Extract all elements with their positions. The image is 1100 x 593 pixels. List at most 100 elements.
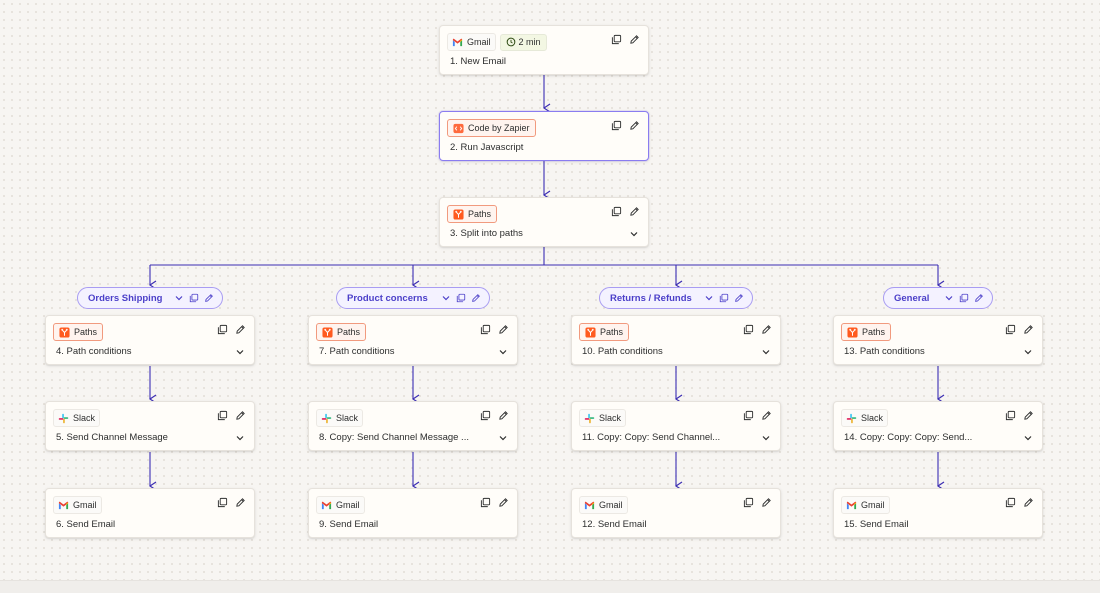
step-card[interactable]: Gmail 15. Send Email: [833, 488, 1043, 538]
app-badge: Code by Zapier: [447, 119, 536, 137]
step-app-row: Gmail 2 min: [447, 33, 547, 51]
edit-icon[interactable]: [471, 293, 481, 303]
step-actions: [217, 410, 246, 421]
chevron-down-icon[interactable]: [498, 347, 508, 357]
step-card[interactable]: Gmail 12. Send Email: [571, 488, 781, 538]
step-card[interactable]: Slack 8. Copy: Send Channel Message ...: [308, 401, 518, 451]
edit-icon[interactable]: [629, 34, 640, 45]
duplicate-icon[interactable]: [743, 324, 754, 335]
branch-name[interactable]: Product concerns: [347, 293, 428, 304]
paths-icon: [585, 326, 596, 338]
branch-pill[interactable]: General: [883, 287, 993, 309]
edit-icon[interactable]: [1023, 324, 1034, 335]
clock-icon: [506, 37, 516, 47]
step-app-row: Gmail: [316, 496, 365, 514]
step-card[interactable]: Code by Zapier 2. Run Javascript: [439, 111, 649, 161]
app-name: Slack: [599, 413, 622, 423]
step-title: 13. Path conditions: [844, 346, 925, 357]
chevron-down-icon[interactable]: [235, 347, 245, 357]
duplicate-icon[interactable]: [456, 293, 466, 303]
step-title: 14. Copy: Copy: Copy: Send...: [844, 432, 973, 443]
chevron-down-icon[interactable]: [629, 229, 639, 239]
duplicate-icon[interactable]: [189, 293, 199, 303]
step-card[interactable]: Paths 10. Path conditions: [571, 315, 781, 365]
edit-icon[interactable]: [1023, 410, 1034, 421]
duplicate-icon[interactable]: [611, 34, 622, 45]
edit-icon[interactable]: [974, 293, 984, 303]
duplicate-icon[interactable]: [480, 497, 491, 508]
slack-icon: [584, 413, 595, 424]
step-app-row: Paths: [579, 323, 630, 341]
chevron-down-icon[interactable]: [1023, 347, 1033, 357]
step-app-row: Gmail: [841, 496, 890, 514]
duplicate-icon[interactable]: [1005, 324, 1016, 335]
chevron-down-icon[interactable]: [761, 433, 771, 443]
duplicate-icon[interactable]: [217, 410, 228, 421]
chevron-down-icon[interactable]: [944, 293, 954, 303]
edit-icon[interactable]: [235, 497, 246, 508]
step-card[interactable]: Slack 5. Send Channel Message: [45, 401, 255, 451]
chevron-down-icon[interactable]: [235, 433, 245, 443]
step-actions: [611, 120, 640, 131]
duplicate-icon[interactable]: [743, 410, 754, 421]
duplicate-icon[interactable]: [480, 324, 491, 335]
edit-icon[interactable]: [235, 324, 246, 335]
step-actions: [480, 497, 509, 508]
edit-icon[interactable]: [761, 410, 772, 421]
edit-icon[interactable]: [761, 324, 772, 335]
edit-icon[interactable]: [204, 293, 214, 303]
edit-icon[interactable]: [629, 120, 640, 131]
duplicate-icon[interactable]: [217, 324, 228, 335]
step-card[interactable]: Gmail 6. Send Email: [45, 488, 255, 538]
branch-pill[interactable]: Product concerns: [336, 287, 490, 309]
chevron-down-icon[interactable]: [1023, 433, 1033, 443]
edit-icon[interactable]: [235, 410, 246, 421]
app-name: Paths: [600, 327, 624, 337]
app-name: Paths: [862, 327, 886, 337]
step-app-row: Slack: [841, 409, 889, 427]
chevron-down-icon[interactable]: [761, 347, 771, 357]
step-card[interactable]: Gmail 9. Send Email: [308, 488, 518, 538]
edit-icon[interactable]: [761, 497, 772, 508]
duplicate-icon[interactable]: [959, 293, 969, 303]
branch-name[interactable]: Returns / Refunds: [610, 293, 692, 304]
chevron-down-icon[interactable]: [441, 293, 451, 303]
branch-pill[interactable]: Returns / Refunds: [599, 287, 753, 309]
chevron-down-icon[interactable]: [498, 433, 508, 443]
duplicate-icon[interactable]: [217, 497, 228, 508]
duplicate-icon[interactable]: [611, 206, 622, 217]
step-actions: [743, 497, 772, 508]
step-app-row: Paths: [316, 323, 367, 341]
duplicate-icon[interactable]: [480, 410, 491, 421]
edit-icon[interactable]: [734, 293, 744, 303]
step-app-row: Slack: [53, 409, 101, 427]
duplicate-icon[interactable]: [1005, 497, 1016, 508]
chevron-down-icon[interactable]: [174, 293, 184, 303]
duplicate-icon[interactable]: [719, 293, 729, 303]
duplicate-icon[interactable]: [743, 497, 754, 508]
duplicate-icon[interactable]: [1005, 410, 1016, 421]
app-name: Paths: [468, 209, 492, 219]
branch-name[interactable]: Orders Shipping: [88, 293, 162, 304]
app-name: Paths: [337, 327, 361, 337]
step-card[interactable]: Slack 14. Copy: Copy: Copy: Send...: [833, 401, 1043, 451]
step-actions: [480, 324, 509, 335]
step-card[interactable]: Gmail 2 min 1. New Email: [439, 25, 649, 75]
branch-name[interactable]: General: [894, 293, 929, 304]
edit-icon[interactable]: [498, 324, 509, 335]
app-badge: Gmail: [316, 496, 365, 514]
step-card[interactable]: Paths 13. Path conditions: [833, 315, 1043, 365]
duplicate-icon[interactable]: [611, 120, 622, 131]
edit-icon[interactable]: [1023, 497, 1034, 508]
step-card[interactable]: Paths 4. Path conditions: [45, 315, 255, 365]
app-badge: Paths: [316, 323, 367, 341]
paths-icon: [453, 208, 464, 220]
edit-icon[interactable]: [629, 206, 640, 217]
edit-icon[interactable]: [498, 497, 509, 508]
step-card[interactable]: Paths 3. Split into paths: [439, 197, 649, 247]
edit-icon[interactable]: [498, 410, 509, 421]
chevron-down-icon[interactable]: [704, 293, 714, 303]
step-card[interactable]: Slack 11. Copy: Copy: Send Channel...: [571, 401, 781, 451]
branch-pill[interactable]: Orders Shipping: [77, 287, 223, 309]
step-card[interactable]: Paths 7. Path conditions: [308, 315, 518, 365]
